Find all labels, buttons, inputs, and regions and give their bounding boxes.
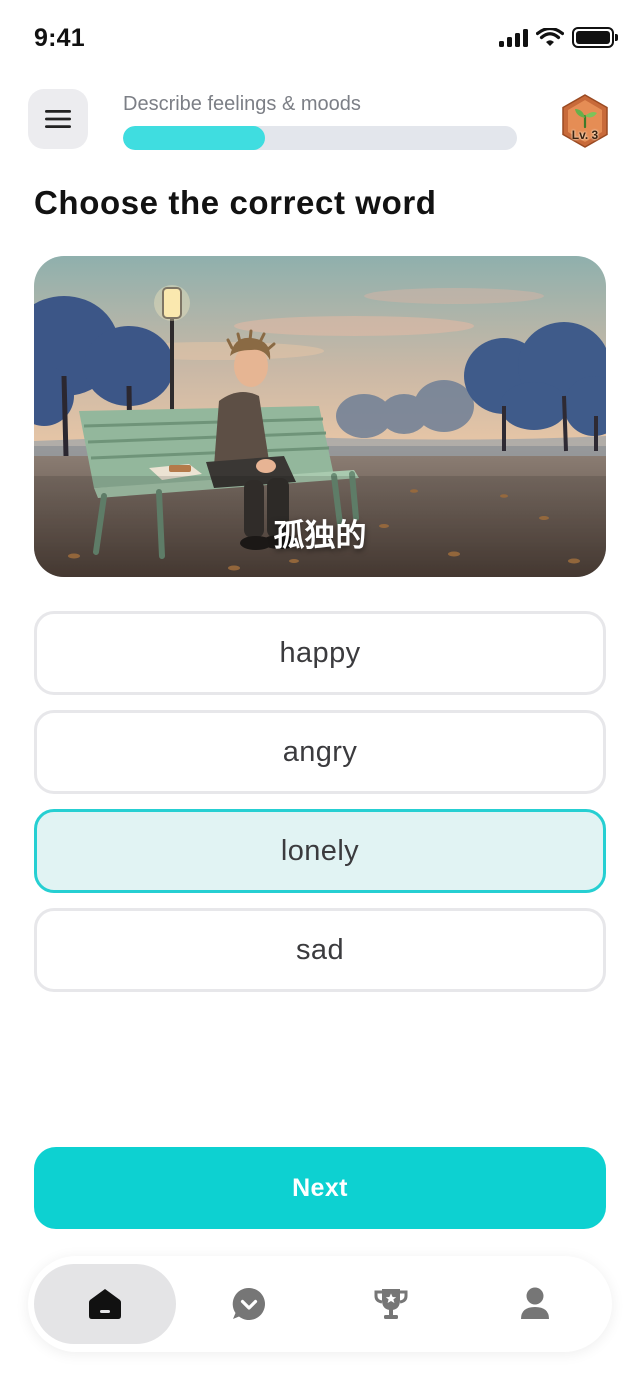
status-bar: 9:41 bbox=[0, 0, 640, 78]
nav-profile[interactable] bbox=[464, 1264, 606, 1344]
bottom-nav bbox=[28, 1256, 612, 1352]
menu-button[interactable] bbox=[28, 89, 88, 149]
level-label: Lv. 3 bbox=[571, 128, 599, 142]
wifi-icon bbox=[536, 27, 564, 46]
status-time: 9:41 bbox=[34, 24, 85, 52]
home-icon bbox=[89, 1289, 121, 1319]
option-happy[interactable]: happy bbox=[34, 611, 606, 695]
option-lonely[interactable]: lonely bbox=[34, 809, 606, 893]
status-icons bbox=[499, 27, 618, 48]
lesson-title: Describe feelings & moods bbox=[123, 93, 361, 115]
lesson-progress-bar bbox=[123, 126, 517, 150]
nav-home[interactable] bbox=[34, 1264, 176, 1344]
nav-chat[interactable] bbox=[178, 1264, 320, 1344]
profile-icon bbox=[521, 1287, 549, 1319]
question-prompt: Choose the correct word bbox=[34, 184, 437, 221]
lesson-progress-fill bbox=[123, 126, 265, 150]
level-badge[interactable]: Lv. 3 bbox=[561, 94, 609, 148]
hamburger-menu-icon bbox=[45, 110, 71, 128]
battery-icon bbox=[572, 27, 618, 48]
cellular-signal-icon bbox=[499, 28, 528, 47]
nav-leaderboard[interactable] bbox=[320, 1264, 462, 1344]
option-sad[interactable]: sad bbox=[34, 908, 606, 992]
trophy-icon bbox=[374, 1289, 408, 1319]
scene-word-caption: 孤独的 bbox=[273, 518, 367, 554]
option-angry[interactable]: angry bbox=[34, 710, 606, 794]
next-button[interactable]: Next bbox=[34, 1147, 606, 1229]
chat-icon bbox=[232, 1287, 265, 1320]
